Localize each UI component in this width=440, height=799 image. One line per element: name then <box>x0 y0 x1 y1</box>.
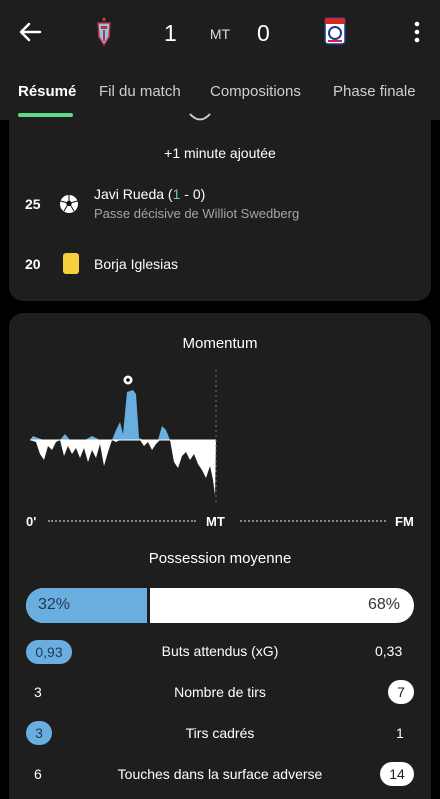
tab-fil-du-match[interactable]: Fil du match <box>99 83 181 100</box>
goal-score-open: ( <box>164 186 173 202</box>
football-icon <box>60 195 78 213</box>
home-score: 1 <box>164 20 177 46</box>
xg-away-value: 0,33 <box>375 643 403 659</box>
added-time-notice: +1 minute ajoutée <box>164 145 276 161</box>
goal-assist: Passe décisive de Williot Swedberg <box>94 206 300 221</box>
yellow-card-icon <box>63 253 79 274</box>
active-tab-indicator <box>18 113 73 117</box>
possession-home-fill: 32% <box>26 588 151 623</box>
match-header: 1 MT 0 <box>0 0 440 64</box>
goal-event[interactable]: Javi Rueda (1 - 0) <box>94 186 205 202</box>
momentum-title: Momentum <box>182 335 258 352</box>
momentum-second-half-dots <box>240 520 386 522</box>
possession-away-value: 68% <box>367 596 400 613</box>
clock-icon <box>189 113 211 121</box>
momentum-end-label: FM <box>395 514 414 529</box>
back-arrow-icon[interactable] <box>14 16 46 48</box>
momentum-home-area <box>30 390 170 440</box>
shots-away-value: 7 <box>388 680 414 704</box>
olympique-lyonnais-crest-icon[interactable] <box>323 16 347 46</box>
momentum-chart <box>30 370 217 505</box>
possession-bar: 32% 68% <box>26 588 414 623</box>
goal-score-rest: - 0) <box>180 186 206 202</box>
shots-on-target-label: Tirs cadrés <box>185 725 255 741</box>
more-options-icon[interactable] <box>404 18 430 46</box>
card-player[interactable]: Borja Iglesias <box>94 256 178 272</box>
tab-phase-finale[interactable]: Phase finale <box>333 83 416 100</box>
goal-scorer: Javi Rueda <box>94 186 165 202</box>
card-minute: 20 <box>25 256 41 272</box>
momentum-away-area <box>30 440 216 495</box>
tab-compositions[interactable]: Compositions <box>210 83 301 100</box>
celta-vigo-crest-icon[interactable] <box>93 15 115 47</box>
box-touches-away-value: 14 <box>380 762 414 786</box>
momentum-half-label: MT <box>206 514 225 529</box>
shots-label: Nombre de tirs <box>174 684 266 700</box>
possession-title: Possession moyenne <box>148 550 292 567</box>
match-status: MT <box>209 26 231 42</box>
box-touches-label: Touches dans la surface adverse <box>117 766 323 782</box>
momentum-first-half-dots <box>48 520 196 522</box>
away-score: 0 <box>257 20 270 46</box>
goal-minute: 25 <box>25 196 41 212</box>
possession-home-value: 32% <box>38 596 71 613</box>
xg-label: Buts attendus (xG) <box>161 643 279 659</box>
momentum-start-label: 0' <box>26 514 37 529</box>
tab-resume[interactable]: Résumé <box>18 83 76 100</box>
shots-on-target-away-value: 1 <box>396 725 404 741</box>
